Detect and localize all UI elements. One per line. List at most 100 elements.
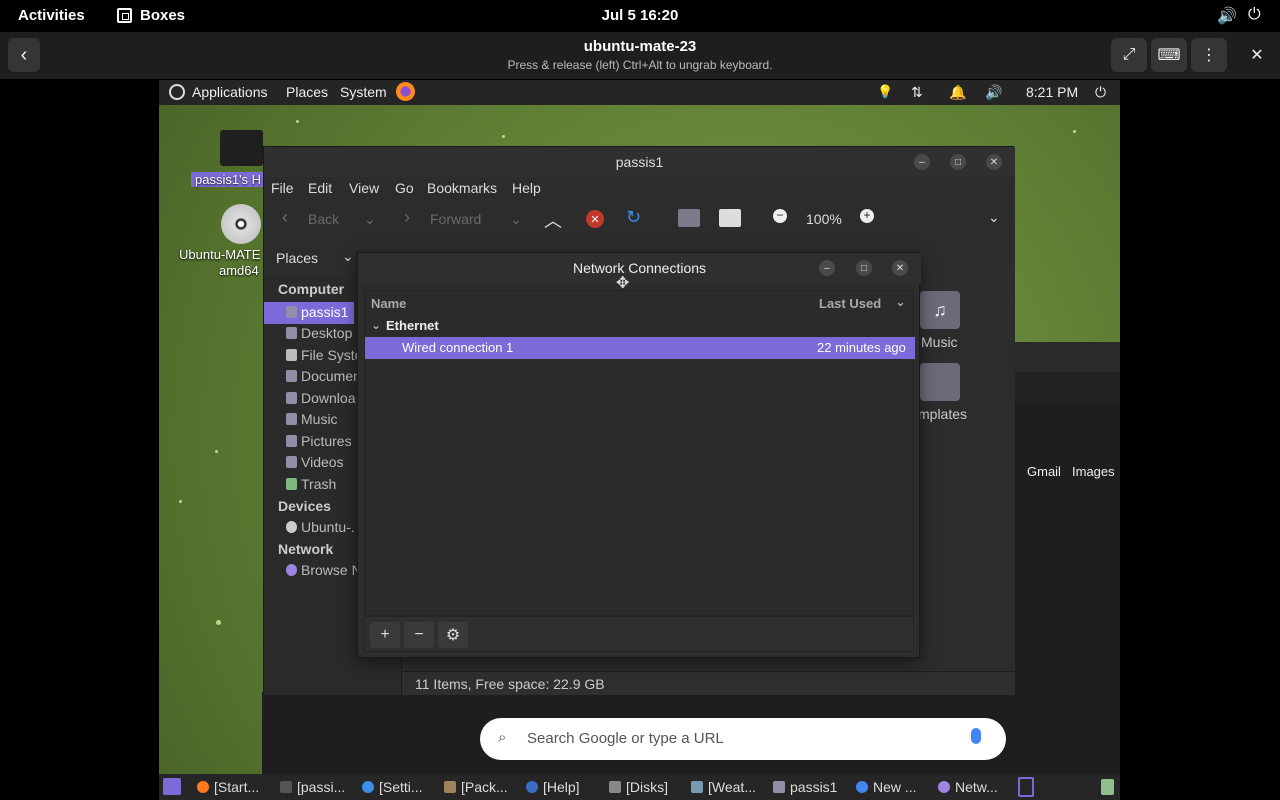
volume-icon[interactable]: 🔊	[985, 84, 1002, 101]
search-input[interactable]: ⌕ Search Google or type a URL	[480, 718, 1006, 760]
taskbar-item[interactable]: [Weat...	[691, 779, 756, 795]
dialog-title[interactable]: Network Connections	[358, 253, 921, 283]
chrome-tabbar-partial	[1014, 342, 1120, 372]
trash-icon[interactable]	[1101, 779, 1114, 795]
gmail-link[interactable]: Gmail	[1027, 464, 1061, 479]
taskbar-item[interactable]: [passi...	[280, 779, 345, 795]
gnome-clock[interactable]: Jul 5 16:20	[0, 7, 1280, 24]
computer-icon[interactable]	[719, 209, 741, 227]
shutdown-icon[interactable]: ⏻	[1095, 84, 1106, 101]
panel-clock[interactable]: 8:21 PM	[1026, 84, 1078, 100]
minimize-icon[interactable]: –	[914, 154, 930, 170]
system-menu[interactable]: System	[340, 84, 387, 100]
minimize-icon[interactable]: –	[819, 260, 835, 276]
places-menu[interactable]: Places	[286, 84, 328, 100]
documents-icon	[286, 370, 297, 382]
menu-button[interactable]: ⋮	[1191, 38, 1227, 72]
expand-icon: ⤢	[1122, 46, 1136, 63]
applications-menu[interactable]: Applications	[192, 84, 268, 100]
menu-view[interactable]: View	[349, 180, 379, 196]
desktop-icon-home-label[interactable]: passis1's H	[191, 172, 266, 187]
close-button[interactable]: ✕	[1240, 38, 1274, 72]
add-connection-button[interactable]: +	[370, 622, 400, 648]
vm-subtitle: Press & release (left) Ctrl+Alt to ungra…	[507, 58, 773, 72]
list-item[interactable]: Wired connection 1 22 minutes ago	[365, 337, 915, 359]
connection-list[interactable]: Name Last Used ⌄ ⌄ Ethernet Wired connec…	[364, 290, 915, 616]
search-placeholder: Search Google or type a URL	[527, 730, 724, 747]
fullscreen-button[interactable]: ⤢	[1111, 38, 1147, 72]
disc-icon[interactable]	[221, 204, 261, 244]
home-icon[interactable]	[678, 209, 700, 227]
taskbar-item[interactable]: [Disks]	[609, 779, 668, 795]
taskbar-item[interactable]: [Setti...	[362, 779, 423, 795]
back-button[interactable]: Back	[308, 211, 339, 227]
bell-icon[interactable]: 🔔	[949, 84, 966, 101]
menu-file[interactable]: File	[271, 180, 294, 196]
forward-button[interactable]: Forward	[430, 211, 481, 227]
vm-title: ubuntu-mate-23	[583, 38, 697, 55]
network-icon	[286, 564, 297, 576]
stop-icon[interactable]: ✕	[586, 210, 604, 228]
column-last-used[interactable]: Last Used	[819, 296, 881, 311]
menu-edit[interactable]: Edit	[308, 180, 332, 196]
back-dropdown-icon[interactable]: ⌄	[364, 211, 376, 228]
chevron-down-icon[interactable]: ⌄	[342, 248, 354, 265]
taskbar-item[interactable]: [Pack...	[444, 779, 508, 795]
trash-icon	[286, 478, 297, 490]
reload-icon[interactable]: ↻	[626, 207, 641, 228]
downloads-icon	[286, 392, 297, 404]
desktop-icon-ubuntu-label2[interactable]: amd64	[219, 263, 259, 278]
menu-help[interactable]: Help	[512, 180, 541, 196]
network-icon[interactable]: ⇅	[911, 84, 923, 101]
zoom-in-icon[interactable]: +	[860, 209, 874, 223]
workspace-switcher[interactable]	[1018, 777, 1034, 797]
taskbar-item[interactable]: [Help]	[526, 779, 580, 795]
desktop-icon-ubuntu-label[interactable]: Ubuntu-MATE	[179, 247, 260, 262]
maximize-icon[interactable]: □	[950, 154, 966, 170]
chevron-down-icon[interactable]: ⌄	[988, 209, 1000, 226]
mate-top-panel: Applications Places System 💡 ⇅ 🔔 🔊 8:21 …	[159, 80, 1120, 105]
forward-dropdown-icon[interactable]: ⌄	[510, 211, 522, 228]
menu-bookmarks[interactable]: Bookmarks	[427, 180, 497, 196]
show-desktop-icon[interactable]	[163, 778, 181, 795]
places-dropdown[interactable]: Places	[276, 250, 318, 266]
remove-connection-button[interactable]: −	[404, 622, 434, 648]
mate-taskbar: [Start... [passi... [Setti... [Pack... […	[159, 774, 1120, 800]
templates-folder-icon[interactable]	[920, 363, 960, 401]
zoom-out-icon[interactable]: −	[773, 209, 787, 223]
taskbar-item-active[interactable]: Netw...	[938, 779, 998, 795]
maximize-icon[interactable]: □	[856, 260, 872, 276]
sidebar-header-computer: Computer	[278, 281, 345, 297]
close-icon[interactable]: ✕	[892, 260, 908, 276]
package-icon	[444, 781, 456, 793]
close-icon[interactable]: ✕	[986, 154, 1002, 170]
microphone-icon[interactable]	[971, 728, 981, 744]
lightbulb-icon[interactable]: 💡	[877, 84, 893, 100]
firefox-launcher-icon[interactable]	[396, 82, 415, 101]
menu-go[interactable]: Go	[395, 180, 414, 196]
taskbar-item[interactable]: New ...	[856, 779, 917, 795]
edit-connection-button[interactable]: ⚙	[438, 622, 468, 648]
group-ethernet[interactable]: Ethernet	[386, 318, 439, 333]
column-name[interactable]: Name	[371, 296, 406, 311]
mate-logo-icon	[169, 84, 185, 100]
images-link[interactable]: Images	[1072, 464, 1115, 479]
taskbar-item[interactable]: [Start...	[197, 779, 259, 795]
taskbar-item[interactable]: passis1	[773, 779, 837, 795]
power-icon[interactable]: ⏻	[1248, 6, 1261, 24]
volume-icon[interactable]: 🔊	[1217, 6, 1237, 26]
keyboard-button[interactable]: ⌨	[1151, 38, 1187, 72]
music-folder-icon[interactable]: ♫	[920, 291, 960, 329]
search-icon: ⌕	[498, 729, 507, 746]
folder-label-music[interactable]: Music	[921, 334, 958, 350]
back-arrow-icon[interactable]: ‹	[282, 207, 288, 228]
forward-arrow-icon[interactable]: ›	[404, 207, 410, 228]
vm-display[interactable]: Applications Places System 💡 ⇅ 🔔 🔊 8:21 …	[159, 80, 1120, 800]
expander-icon[interactable]: ⌄	[371, 318, 381, 332]
folder-label-templates[interactable]: mplates	[918, 406, 967, 422]
chevron-down-icon[interactable]: ⌄	[895, 294, 906, 310]
zoom-level[interactable]: 100%	[806, 211, 842, 227]
home-folder-icon[interactable]	[220, 130, 263, 166]
keyboard-icon: ⌨	[1157, 47, 1181, 64]
up-icon[interactable]: ︿	[544, 207, 562, 233]
